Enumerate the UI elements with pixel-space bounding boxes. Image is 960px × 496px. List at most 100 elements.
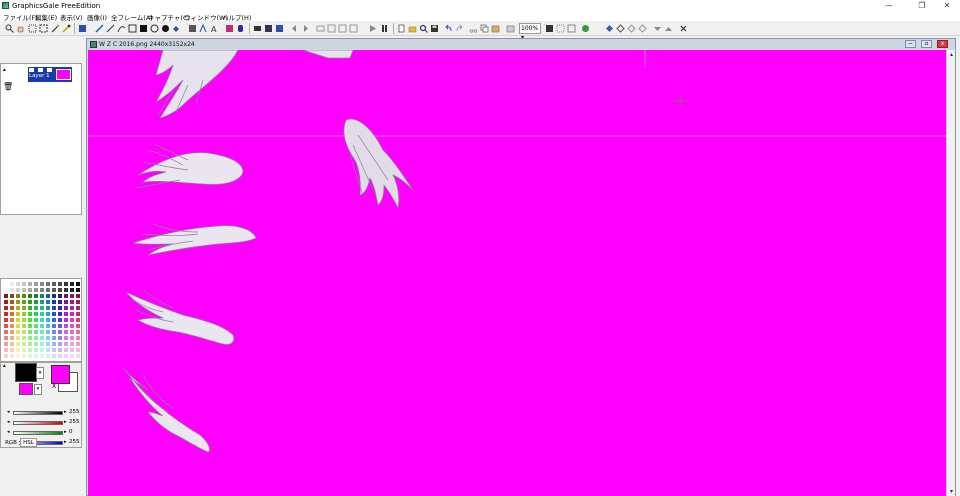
primary-color-swatch[interactable]: [15, 363, 37, 382]
open-file-icon[interactable]: [408, 24, 417, 33]
replace-icon[interactable]: [199, 24, 208, 33]
layers-panel: ▴ 🗑 Layer 1: [0, 63, 82, 215]
redo-icon[interactable]: [455, 24, 464, 33]
anim-settings-icon[interactable]: [253, 24, 262, 33]
select-rect-icon[interactable]: [28, 24, 37, 33]
layer-copy-icon[interactable]: [627, 24, 636, 33]
image-canvas[interactable]: [88, 50, 946, 496]
layer-row[interactable]: Layer 1: [28, 67, 72, 82]
slider-track[interactable]: [13, 411, 63, 415]
slider-left-arrow[interactable]: ◂: [7, 429, 10, 435]
title-bar: GraphicsGale FreeEdition — ❐ ✕: [0, 0, 960, 11]
secondary-color-swatch[interactable]: [19, 383, 33, 395]
clone-icon[interactable]: [214, 24, 223, 33]
color-slider[interactable]: ◂ ▸ 255: [7, 409, 82, 417]
doc-close-button[interactable]: x: [937, 40, 948, 48]
minimize-button[interactable]: —: [877, 0, 901, 11]
layer-merge-icon[interactable]: [638, 24, 647, 33]
zoom-value: 100%: [521, 25, 539, 32]
paste-icon[interactable]: [491, 24, 500, 33]
gradient-icon[interactable]: [188, 24, 197, 33]
ellipse-icon[interactable]: [150, 24, 159, 33]
palette-swatch[interactable]: [75, 353, 81, 359]
fg-bg-box[interactable]: X: [50, 364, 78, 392]
layer-prop-icon[interactable]: [679, 24, 688, 33]
pixel-grid-icon[interactable]: [556, 24, 565, 33]
swap-colors-button[interactable]: X: [52, 383, 56, 390]
slider-right-arrow[interactable]: ▸: [64, 419, 67, 425]
select-free-icon[interactable]: [39, 24, 48, 33]
dropper-icon[interactable]: [62, 24, 71, 33]
layer-visible-icon[interactable]: [29, 68, 34, 72]
secondary-dropdown[interactable]: ▾: [34, 384, 42, 395]
layer-add-icon[interactable]: [605, 24, 614, 33]
wand-icon[interactable]: [51, 24, 60, 33]
onion-icon[interactable]: [316, 24, 325, 33]
brush-icon[interactable]: [95, 24, 104, 33]
frame-copy-icon[interactable]: [349, 24, 358, 33]
wing-sprite: [125, 289, 235, 345]
slider-right-arrow[interactable]: ▸: [64, 429, 67, 435]
copy-icon[interactable]: [480, 24, 489, 33]
palette-icon[interactable]: [581, 24, 590, 33]
slider-right-arrow[interactable]: ▸: [64, 409, 67, 415]
hand-icon[interactable]: [16, 24, 25, 33]
pin-icon[interactable]: ▴: [3, 363, 6, 369]
primary-dropdown[interactable]: ▾: [36, 367, 44, 379]
pin-icon[interactable]: ▴: [3, 67, 6, 73]
vertical-scrollbar[interactable]: ▴ ▾: [946, 50, 955, 496]
slider-right-arrow[interactable]: ▸: [64, 439, 67, 445]
grid-icon[interactable]: [545, 24, 554, 33]
ellipse-filled-icon[interactable]: [161, 24, 170, 33]
canvas-artwork: [88, 50, 946, 453]
close-button[interactable]: ✕: [935, 0, 959, 11]
pen-icon[interactable]: [78, 24, 87, 33]
slider-track[interactable]: [13, 431, 63, 435]
tab-rgb[interactable]: RGB: [3, 439, 19, 447]
scroll-down-arrow[interactable]: ▾: [947, 487, 956, 496]
zoom-select[interactable]: 100% ▾: [519, 23, 541, 41]
slider-value: 255: [69, 419, 80, 425]
play-icon[interactable]: [368, 24, 377, 33]
trash-icon[interactable]: 🗑: [3, 82, 13, 91]
tab-hsl[interactable]: HSL: [20, 438, 37, 447]
palette-swatches[interactable]: [3, 281, 81, 359]
color-slider[interactable]: ◂ ▸ 0: [7, 429, 82, 437]
line-icon[interactable]: [106, 24, 115, 33]
rect-filled-icon[interactable]: [139, 24, 148, 33]
prev-frame-icon[interactable]: [290, 24, 299, 33]
color-slider[interactable]: ◂ ▸ 255: [7, 419, 82, 427]
cut-icon[interactable]: [469, 24, 478, 33]
frame-del-icon[interactable]: [338, 24, 347, 33]
restore-button[interactable]: ❐: [910, 0, 934, 11]
magnifier-icon[interactable]: [5, 24, 14, 33]
eraser-icon[interactable]: [236, 24, 245, 33]
app-title: GraphicsGale FreeEdition: [12, 2, 101, 10]
layer-del-icon[interactable]: [616, 24, 625, 33]
layer-mask-icon[interactable]: [47, 68, 52, 72]
new-file-icon[interactable]: [397, 24, 406, 33]
slider-left-arrow[interactable]: ◂: [7, 419, 10, 425]
stamp-icon[interactable]: [225, 24, 234, 33]
layer-up-icon[interactable]: [664, 24, 673, 33]
save-icon[interactable]: [430, 24, 439, 33]
scroll-up-arrow[interactable]: ▴: [947, 50, 956, 59]
doc-restore-button[interactable]: ▫: [921, 40, 932, 48]
curve-icon[interactable]: [117, 24, 126, 33]
browse-icon[interactable]: [419, 24, 428, 33]
next-frame-icon[interactable]: [301, 24, 310, 33]
paste-layer-icon[interactable]: [506, 24, 515, 33]
undo-icon[interactable]: [444, 24, 453, 33]
layer-down-icon[interactable]: [653, 24, 662, 33]
preview-icon[interactable]: [567, 24, 576, 33]
slider-track[interactable]: [13, 421, 63, 425]
fill-icon[interactable]: [172, 24, 181, 33]
doc-minimize-button[interactable]: −: [905, 40, 916, 48]
frame-add-icon[interactable]: [327, 24, 336, 33]
layer-lock-icon[interactable]: [38, 68, 43, 72]
pause-icon[interactable]: [380, 24, 389, 33]
frame-list-icon[interactable]: [264, 24, 273, 33]
rect-icon[interactable]: [128, 24, 137, 33]
frame-prop-icon[interactable]: [275, 24, 284, 33]
slider-left-arrow[interactable]: ◂: [7, 409, 10, 415]
